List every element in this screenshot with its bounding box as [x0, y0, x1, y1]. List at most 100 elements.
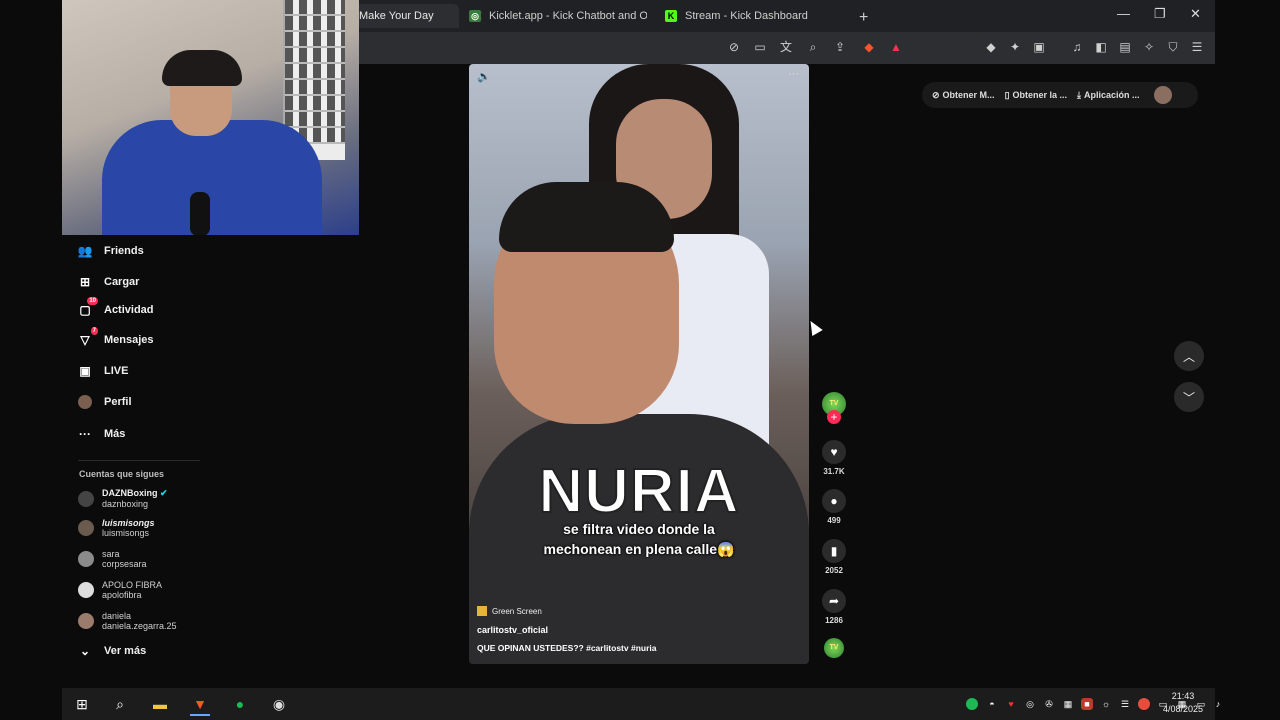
following-account[interactable]: DAZNBoxing ✔ daznboxing: [78, 488, 168, 509]
account-handle: corpsesara: [102, 559, 147, 569]
creator-avatar-button[interactable]: TV +: [820, 392, 848, 424]
obs-icon[interactable]: ◉: [269, 694, 289, 714]
zoom-icon[interactable]: ⌕: [806, 40, 820, 54]
share-button[interactable]: ➦ 1286: [820, 589, 848, 625]
like-count: 31.7K: [823, 467, 845, 476]
messages-badge: 7: [90, 327, 98, 335]
comment-button[interactable]: ● 499: [820, 489, 848, 525]
brave-browser-icon[interactable]: ▼: [190, 694, 210, 716]
extensions-icon[interactable]: ✦: [1008, 40, 1022, 54]
brave-shields-icon[interactable]: ◆: [862, 40, 876, 54]
divider: [78, 460, 200, 461]
subtitle-line: se filtra video donde la: [563, 521, 715, 537]
sidebar-item-label: Mensajes: [104, 334, 154, 346]
tab-label: Make Your Day: [359, 10, 434, 22]
see-more-button[interactable]: ⌄ Ver más: [78, 644, 146, 658]
discord-tray-icon[interactable]: ◓: [986, 698, 998, 710]
share-count: 1286: [825, 616, 843, 625]
browser-tab-bar: Make Your Day ✕ ◎ Kicklet.app - Kick Cha…: [359, 0, 1215, 32]
browser-toolbar: ⊘ ▭ 文 ⌕ ⇪ ◆ ▲ ◆ ✦ ▣ ♫ ◧ ▤ ✧ ⛉ ☰: [359, 32, 1215, 64]
extension-diamond-icon[interactable]: ◆: [984, 40, 998, 54]
sidebar-item-cargar[interactable]: ⊞ Cargar: [78, 275, 140, 289]
sidebar-icon[interactable]: ◧: [1094, 40, 1108, 54]
sidebar-item-live[interactable]: ▣ LIVE: [78, 364, 128, 378]
app-tray-icon[interactable]: ■: [1081, 698, 1093, 710]
following-account[interactable]: luismisongs luismisongs: [78, 518, 155, 538]
music-disc-button[interactable]: TV: [820, 638, 848, 658]
avatar: [78, 613, 94, 629]
brave-rewards-icon[interactable]: ▲: [889, 40, 903, 54]
following-section-title: Cuentas que sigues: [79, 469, 165, 479]
account-handle: daniela.zegarra.25: [102, 621, 177, 631]
video-author[interactable]: carlitostv_oficial: [477, 625, 548, 635]
vpn-icon[interactable]: ⛉: [1166, 40, 1180, 54]
microphone: [190, 192, 210, 235]
taskbar: ⊞ ⌕ ▬ ▼ ● ◉ ◓ ♥ ◎ ✇ ▦ ■ ☼ ☰ ▭ ▦ ▭ ♪: [62, 688, 1220, 720]
like-button[interactable]: ♥ 31.7K: [820, 440, 848, 476]
new-tab-button[interactable]: +: [859, 6, 868, 30]
no-cast-icon[interactable]: ⊘: [727, 40, 741, 54]
close-window-button[interactable]: ✕: [1190, 6, 1201, 22]
spotify-tray-icon[interactable]: [966, 698, 978, 710]
system-clock[interactable]: 21:43 4/08/2025: [1158, 690, 1208, 716]
sidebar-item-perfil[interactable]: Perfil: [78, 395, 132, 409]
share-icon[interactable]: ⇪: [833, 40, 847, 54]
following-account[interactable]: daniela daniela.zegarra.25: [78, 611, 177, 631]
tab-kicklet[interactable]: ◎ Kicklet.app - Kick Chatbot and Overla: [469, 4, 659, 28]
previous-video-button[interactable]: ︿: [1174, 341, 1204, 371]
leo-ai-icon[interactable]: ✧: [1142, 40, 1156, 54]
app-tray-icon[interactable]: ✇: [1043, 698, 1055, 710]
minimize-button[interactable]: —: [1117, 6, 1130, 21]
translate-icon[interactable]: 文: [779, 40, 793, 54]
video-overlay-subtitle: se filtra video donde la mechonean en pl…: [509, 519, 769, 559]
app-tray-icon[interactable]: ♥: [1005, 698, 1017, 710]
tab-label: Stream - Kick Dashboard: [685, 10, 808, 22]
tab-kick-dashboard[interactable]: K Stream - Kick Dashboard: [665, 4, 855, 28]
steam-tray-icon[interactable]: ☼: [1100, 698, 1112, 710]
app-tray-icon[interactable]: [1138, 698, 1150, 710]
video-player[interactable]: 🔈 ··· NURIA se filtra video donde la mec…: [469, 64, 809, 664]
sidebar-item-label: Friends: [104, 245, 144, 257]
desktop-app-button[interactable]: ⤓ Aplicación ...: [1067, 90, 1140, 101]
streamer-jacket: [102, 120, 322, 235]
account-name: luismisongs: [102, 518, 155, 528]
wallet-icon[interactable]: ▤: [1118, 40, 1132, 54]
menu-icon[interactable]: ☰: [1190, 40, 1204, 54]
following-account[interactable]: APOLO FIBRA apolofibra: [78, 580, 162, 600]
follow-plus-icon[interactable]: +: [827, 410, 841, 424]
video-person-foreground-hair: [499, 182, 674, 252]
get-app-button[interactable]: ▯ Obtener la ...: [995, 90, 1067, 101]
get-coins-label: Obtener M...: [942, 90, 995, 100]
media-icon[interactable]: ♫: [1070, 40, 1084, 54]
search-icon[interactable]: ⌕: [110, 694, 130, 714]
get-coins-button[interactable]: ⊘ Obtener M...: [922, 90, 995, 101]
sidebar-item-label: Más: [104, 428, 126, 440]
sidebar-item-mensajes[interactable]: ▽ 7 Mensajes: [78, 327, 154, 347]
account-name: APOLO FIBRA: [102, 580, 163, 590]
kicklet-favicon-icon: ◎: [469, 10, 481, 22]
obs-tray-icon[interactable]: ◎: [1024, 698, 1036, 710]
save-button[interactable]: ▮ 2052: [820, 539, 848, 575]
file-explorer-icon[interactable]: ▬: [150, 694, 170, 714]
user-avatar[interactable]: [1153, 86, 1172, 104]
app-tray-icon[interactable]: ☰: [1119, 698, 1131, 710]
app-tray-icon[interactable]: ▦: [1062, 698, 1074, 710]
volume-icon[interactable]: 🔈: [477, 70, 491, 83]
sidebar-item-actividad[interactable]: ▢ 10 Actividad: [78, 297, 154, 317]
tab-make-your-day[interactable]: Make Your Day ✕: [359, 4, 483, 28]
effect-tag[interactable]: Green Screen: [477, 606, 542, 616]
clock-time: 21:43: [1171, 691, 1195, 701]
screenshot-icon[interactable]: ▣: [1032, 40, 1046, 54]
windows-start-icon[interactable]: ⊞: [72, 694, 92, 714]
download-icon: ⤓: [1077, 89, 1082, 100]
spotify-icon[interactable]: ●: [230, 694, 250, 714]
following-account[interactable]: sara corpsesara: [78, 549, 147, 569]
more-options-icon[interactable]: ···: [788, 68, 799, 80]
cast-icon[interactable]: ▭: [753, 40, 767, 54]
restore-button[interactable]: ❐: [1154, 6, 1166, 22]
next-video-button[interactable]: ﹀: [1174, 382, 1204, 412]
sidebar-item-friends[interactable]: 👥 Friends: [78, 244, 144, 258]
phone-icon: ▯: [1004, 89, 1010, 100]
sidebar-item-mas[interactable]: ··· Más: [78, 427, 125, 441]
volume-tray-icon[interactable]: ♪: [1212, 698, 1224, 710]
